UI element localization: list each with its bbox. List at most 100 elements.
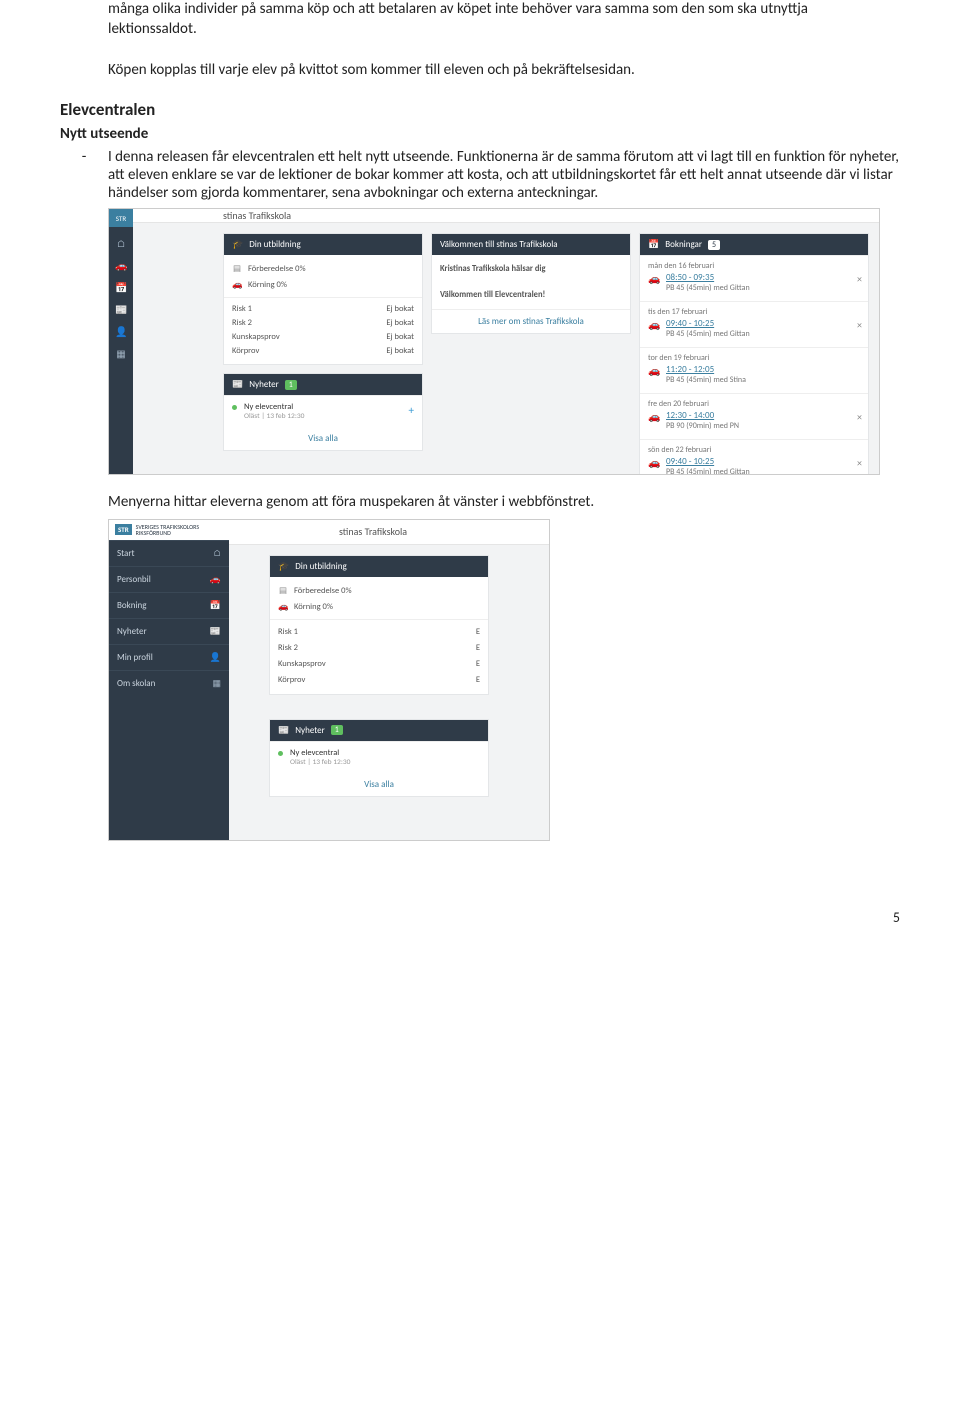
bullet-text-1: I denna releasen får elevcentralen ett h… [108,148,900,202]
test-row: Risk 2Ej bokat [232,316,414,330]
booking-detail: PB 45 (45min) med Gittan [666,329,750,339]
panel-bookings: 📅Bokningar5 mån den 16 februari 🚗08:50 -… [639,233,869,475]
test-row: KörprovEj bokat [232,344,414,358]
panel-news: 📰Nyheter1 Ny elevcentral Oläst | 13 feb … [223,373,423,451]
news-icon: 📰 [210,626,221,637]
booking-item[interactable]: tor den 19 februari 🚗 11:20 - 12:05PB 45 … [640,347,868,393]
menu-min-profil[interactable]: Min profil👤 [109,644,229,670]
news-panel-icon: 📰 [278,725,289,736]
news-title: Ny elevcentral [290,748,480,758]
booking-item[interactable]: fre den 20 februari 🚗 12:30 - 14:00PB 90 … [640,393,868,439]
booking-time[interactable]: 09:40 - 10:25 [666,456,750,467]
panel-news: 📰 Nyheter 1 Ny elevcentral Oläst | 13 feb … [269,719,489,797]
booking-time[interactable]: 12:30 - 14:00 [666,410,739,421]
logo-badge: STR [115,524,132,535]
sidebar-collapsed: STR ⌂ 🚗 📅 📰 👤 ▦ [109,209,133,474]
news-title: Ny elevcentral [244,402,414,412]
cancel-booking-icon[interactable]: × [857,272,862,285]
booking-item[interactable]: mån den 16 februari 🚗 08:50 - 09:35PB 45 … [640,255,868,301]
booking-detail: PB 45 (45min) med Gittan [666,283,750,293]
booking-time[interactable]: 08:50 - 09:35 [666,272,750,283]
education-heading: Din utbildning [295,561,346,572]
calendar-icon: 📅 [210,600,221,611]
menu-om-skolan[interactable]: Om skolan▦ [109,670,229,696]
booking-item[interactable]: sön den 22 februari 🚗 09:40 - 10:25PB 45 … [640,439,868,475]
test-row: KörprovE [278,672,480,688]
sidebar-expanded: STR SVERIGES TRAFIKSKOLORS RIKSFÖRBUND S… [109,520,229,840]
car-booking-icon: 🚗 [648,410,660,423]
user-icon[interactable]: 👤 [115,325,127,337]
heading-nytt-utseende: Nytt utseende [60,125,900,145]
paragraph-3: Menyerna hittar eleverna genom att föra … [108,493,900,513]
booking-date: tis den 17 februari [648,307,860,317]
cancel-booking-icon[interactable]: × [857,410,862,423]
graduation-icon: 🎓 [232,239,243,250]
menu-start[interactable]: Start⌂ [109,540,229,566]
news-icon[interactable]: 📰 [115,303,127,315]
news-count-badge: 1 [331,725,343,735]
expand-icon[interactable]: + [409,404,414,417]
progress-preparation: Förberedelse 0% [248,264,306,274]
unread-dot-icon [232,405,237,410]
logo-full: STR SVERIGES TRAFIKSKOLORS RIKSFÖRBUND [109,520,229,540]
bullet-dash: - [60,148,108,202]
car-icon[interactable]: 🚗 [115,259,127,271]
paragraph-1: många olika individer på samma köp och a… [108,0,900,39]
test-row: Risk 1E [278,624,480,640]
booking-detail: PB 45 (45min) med Gittan [666,467,750,475]
user-icon: 👤 [210,652,221,663]
booking-time[interactable]: 11:20 - 12:05 [666,364,746,375]
graduation-icon: 🎓 [278,561,289,572]
news-heading: Nyheter [295,725,325,736]
cancel-booking-icon[interactable]: × [857,318,862,331]
page-number: 5 [0,899,960,946]
read-more-link[interactable]: Läs mer om stinas Trafikskola [478,316,584,327]
booking-detail: PB 90 (90min) med PN [666,421,739,431]
about-icon[interactable]: ▦ [115,347,127,359]
school-title: stinas Trafikskola [229,520,549,545]
education-heading: Din utbildning [249,239,300,250]
screenshot-elevcentral-menu: STR SVERIGES TRAFIKSKOLORS RIKSFÖRBUND S… [108,519,550,841]
paragraph-2: Köpen kopplas till varje elev på kvittot… [108,61,900,81]
home-icon[interactable]: ⌂ [115,237,127,249]
car-booking-icon: 🚗 [648,364,660,377]
booking-detail: PB 45 (45min) med Stina [666,375,746,385]
screenshot-elevcentral-overview: STR ⌂ 🚗 📅 📰 👤 ▦ stinas Trafikskola 🎓 Din … [108,208,880,475]
booking-item[interactable]: tis den 17 februari 🚗09:40 - 10:25PB 45 … [640,301,868,347]
unread-dot-icon [278,751,283,756]
show-all-link[interactable]: Visa alla [308,433,338,444]
progress-driving: Körning 0% [294,602,333,612]
menu-bokning[interactable]: Bokning📅 [109,592,229,618]
welcome-line2: Välkommen till Elevcentralen! [440,287,622,303]
booking-time[interactable]: 09:40 - 10:25 [666,318,750,329]
book-icon: ▤ [232,264,242,274]
test-row: Risk 1Ej bokat [232,302,414,316]
booking-date: sön den 22 februari [648,445,860,455]
welcome-heading: Välkommen till stinas Trafikskola [440,239,558,250]
logo-str: STR [109,209,133,227]
school-title: stinas Trafikskola [133,209,879,223]
menu-personbil[interactable]: Personbil🚗 [109,566,229,592]
car-icon: 🚗 [210,574,221,585]
bookings-count-badge: 5 [708,240,720,250]
booking-date: mån den 16 februari [648,261,860,271]
news-item[interactable]: Ny elevcentral Oläst | 13 feb 12:30 + [224,395,422,427]
panel-welcome: Välkommen till stinas Trafikskola Kristi… [431,233,631,334]
news-item[interactable]: Ny elevcentral Oläst | 13 feb 12:30 [270,741,488,773]
news-panel-icon: 📰 [232,379,243,390]
car-small-icon: 🚗 [232,280,242,290]
news-count-badge: 1 [285,380,297,390]
booking-date: fre den 20 februari [648,399,860,409]
menu-nyheter[interactable]: Nyheter📰 [109,618,229,644]
test-row: KunskapsprovEj bokat [232,330,414,344]
car-booking-icon: 🚗 [648,272,660,285]
logo-text: SVERIGES TRAFIKSKOLORS RIKSFÖRBUND [136,524,223,536]
book-icon: ▤ [278,586,288,596]
progress-preparation: Förberedelse 0% [294,586,352,596]
booking-date: tor den 19 februari [648,353,860,363]
show-all-link[interactable]: Visa alla [364,779,394,790]
calendar-panel-icon: 📅 [648,239,659,250]
calendar-icon[interactable]: 📅 [115,281,127,293]
car-booking-icon: 🚗 [648,456,660,469]
cancel-booking-icon[interactable]: × [857,456,862,469]
